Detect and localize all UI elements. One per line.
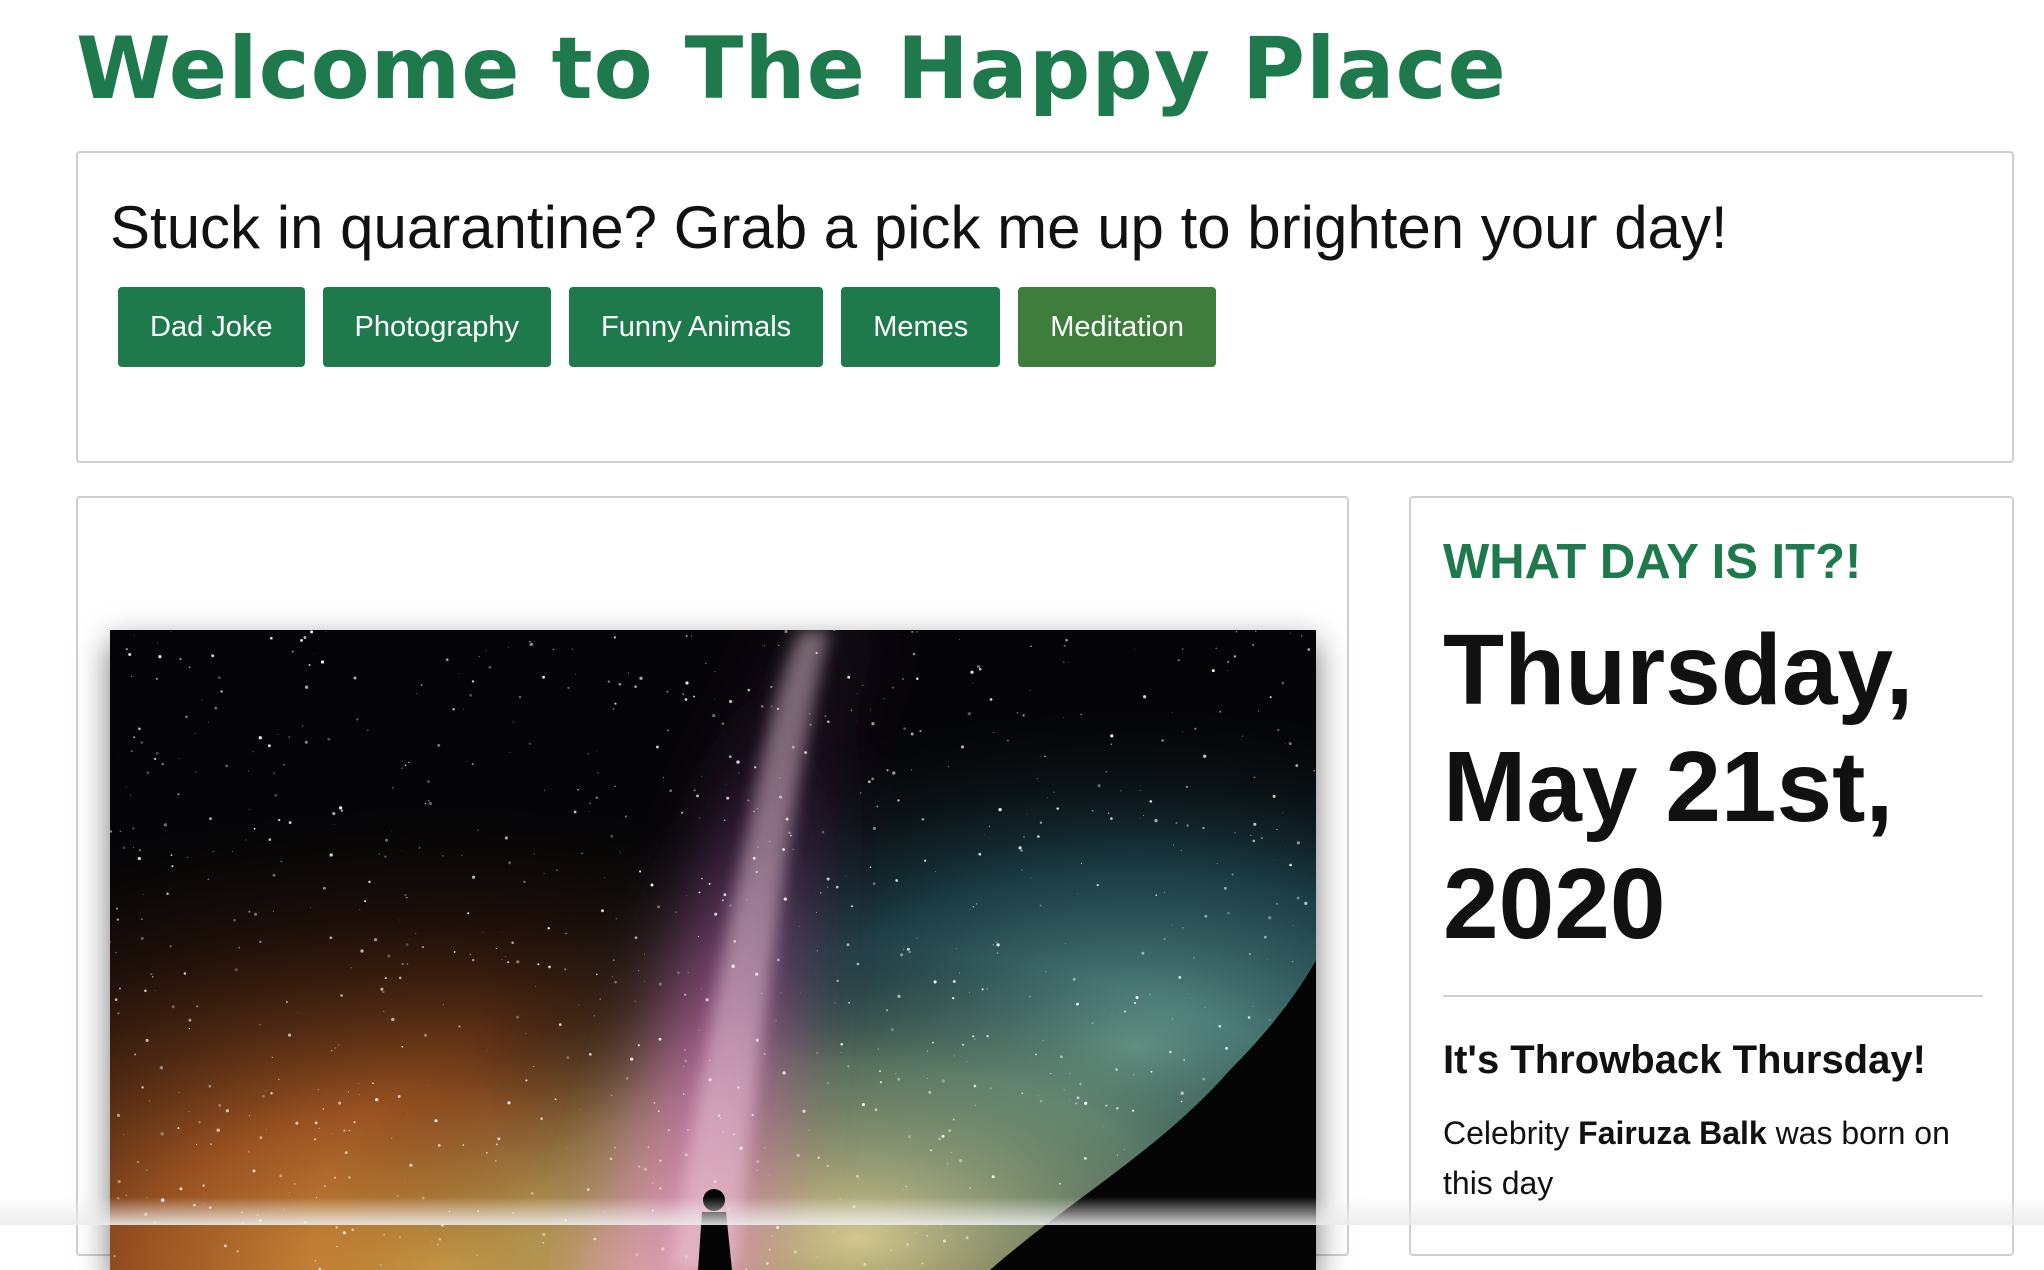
night-sky-image — [110, 630, 1316, 1270]
intro-tagline: Stuck in quarantine? Grab a pick me up t… — [110, 194, 1728, 261]
day-kicker: WHAT DAY IS IT?! — [1443, 535, 1862, 589]
meditation-button[interactable]: Meditation — [1018, 287, 1217, 367]
day-subhead: It's Throwback Thursday! — [1443, 1038, 1926, 1082]
day-card: WHAT DAY IS IT?! Thursday, May 21st, 202… — [1409, 496, 2014, 1256]
divider — [1443, 995, 1983, 997]
memes-button[interactable]: Memes — [841, 287, 1001, 367]
photo-card — [76, 496, 1349, 1270]
photography-button[interactable]: Photography — [322, 287, 551, 367]
celebrity-name: Fairuza Balk — [1578, 1115, 1767, 1151]
funny-animals-button[interactable]: Funny Animals — [568, 287, 824, 367]
day-fact: Celebrity Fairuza Balk was born on this … — [1443, 1108, 1983, 1208]
category-button-row: Dad Joke Photography Funny Animals Memes… — [118, 287, 1217, 367]
page-title: Welcome to The Happy Place — [76, 19, 1507, 119]
dad-joke-button[interactable]: Dad Joke — [118, 287, 305, 367]
milky-way-photo — [110, 630, 1316, 1270]
intro-card: Stuck in quarantine? Grab a pick me up t… — [76, 151, 2014, 463]
fact-prefix: Celebrity — [1443, 1115, 1579, 1151]
scroll-fade — [0, 1197, 2044, 1225]
current-date: Thursday, May 21st, 2020 — [1443, 614, 1914, 960]
